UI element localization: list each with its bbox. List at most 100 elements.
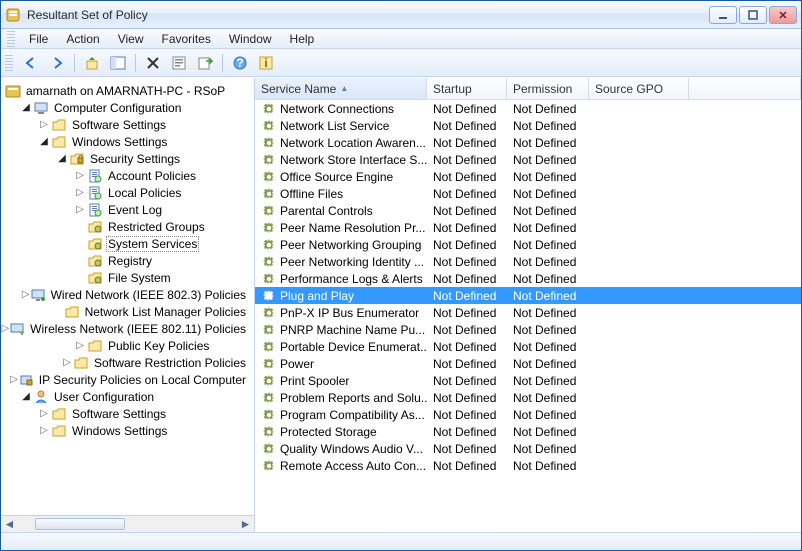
toolbar-gripper[interactable] <box>5 55 13 71</box>
service-row[interactable]: Problem Reports and Solu...Not DefinedNo… <box>255 389 801 406</box>
column-header[interactable]: Permission <box>507 78 589 99</box>
console-tree[interactable]: amarnath on AMARNATH-PC - RSoP◢Computer … <box>1 78 254 515</box>
service-row[interactable]: Network Location Awaren...Not DefinedNot… <box>255 134 801 151</box>
service-row[interactable]: Network ConnectionsNot DefinedNot Define… <box>255 100 801 117</box>
tree-node[interactable]: Network List Manager Policies <box>1 303 254 320</box>
expand-icon[interactable]: ▷ <box>10 374 18 385</box>
tree-node[interactable]: ▷Account Policies <box>1 167 254 184</box>
expand-icon[interactable]: ▷ <box>73 204 87 215</box>
tree-node[interactable]: ▷Windows Settings <box>1 422 254 439</box>
menu-file[interactable]: File <box>21 30 56 48</box>
expand-icon[interactable]: ▷ <box>73 340 87 351</box>
service-row[interactable]: PNRP Machine Name Pu...Not DefinedNot De… <box>255 321 801 338</box>
up-button[interactable] <box>80 52 104 74</box>
column-header[interactable]: Service Name▲ <box>255 78 427 99</box>
delete-button[interactable] <box>141 52 165 74</box>
tree-node[interactable]: ◢User Configuration <box>1 388 254 405</box>
service-row[interactable]: Parental ControlsNot DefinedNot Defined <box>255 202 801 219</box>
service-permission: Not Defined <box>507 323 589 337</box>
close-button[interactable] <box>769 6 797 24</box>
service-row[interactable]: Network List ServiceNot DefinedNot Defin… <box>255 117 801 134</box>
service-row[interactable]: Quality Windows Audio V...Not DefinedNot… <box>255 440 801 457</box>
show-hide-tree-button[interactable] <box>106 52 130 74</box>
service-row[interactable]: Peer Networking GroupingNot DefinedNot D… <box>255 236 801 253</box>
menu-favorites[interactable]: Favorites <box>154 30 219 48</box>
menu-action[interactable]: Action <box>58 30 107 48</box>
back-button[interactable] <box>19 52 43 74</box>
tree-node[interactable]: ▷Public Key Policies <box>1 337 254 354</box>
service-row[interactable]: Portable Device Enumerat...Not DefinedNo… <box>255 338 801 355</box>
collapse-icon[interactable]: ◢ <box>55 153 69 164</box>
tree-node[interactable]: ▷Wireless Network (IEEE 802.11) Policies <box>1 320 254 337</box>
menu-help[interactable]: Help <box>282 30 323 48</box>
service-row[interactable]: Offline FilesNot DefinedNot Defined <box>255 185 801 202</box>
service-row[interactable]: Plug and PlayNot DefinedNot Defined <box>255 287 801 304</box>
service-row[interactable]: Network Store Interface S...Not DefinedN… <box>255 151 801 168</box>
menubar: File Action View Favorites Window Help <box>1 29 801 49</box>
expand-icon[interactable]: ▷ <box>22 289 30 300</box>
expand-icon[interactable]: ▷ <box>61 357 73 368</box>
expand-icon[interactable]: ▷ <box>37 425 51 436</box>
menubar-gripper[interactable] <box>7 31 15 47</box>
tree-node[interactable]: File System <box>1 269 254 286</box>
expand-icon[interactable]: ▷ <box>73 187 87 198</box>
tree-node[interactable]: Restricted Groups <box>1 218 254 235</box>
tree-horizontal-scrollbar[interactable]: ◄ ► <box>1 515 254 532</box>
menu-view[interactable]: View <box>110 30 152 48</box>
service-row[interactable]: Program Compatibility As...Not DefinedNo… <box>255 406 801 423</box>
collapse-icon[interactable]: ◢ <box>37 136 51 147</box>
expand-icon[interactable]: ▷ <box>73 170 87 181</box>
about-button[interactable]: i <box>254 52 278 74</box>
ipsec-icon <box>18 372 34 388</box>
scroll-thumb[interactable] <box>35 518 125 530</box>
service-permission: Not Defined <box>507 153 589 167</box>
list-body[interactable]: Network ConnectionsNot DefinedNot Define… <box>255 100 801 532</box>
export-button[interactable] <box>193 52 217 74</box>
collapse-icon[interactable]: ◢ <box>19 391 33 402</box>
service-row[interactable]: Print SpoolerNot DefinedNot Defined <box>255 372 801 389</box>
column-header[interactable]: Startup <box>427 78 507 99</box>
service-row[interactable]: PnP-X IP Bus EnumeratorNot DefinedNot De… <box>255 304 801 321</box>
tree-node[interactable]: ▷Local Policies <box>1 184 254 201</box>
minimize-button[interactable] <box>709 6 737 24</box>
tree-root[interactable]: amarnath on AMARNATH-PC - RSoP <box>1 82 254 99</box>
properties-button[interactable] <box>167 52 191 74</box>
tree-node[interactable]: ▷Event Log <box>1 201 254 218</box>
tree-node[interactable]: ◢Security Settings <box>1 150 254 167</box>
service-row[interactable]: Office Source EngineNot DefinedNot Defin… <box>255 168 801 185</box>
tree-node[interactable]: ◢Computer Configuration <box>1 99 254 116</box>
scroll-right-button[interactable]: ► <box>237 517 254 532</box>
tree-node[interactable]: System Services <box>1 235 254 252</box>
menu-window[interactable]: Window <box>221 30 280 48</box>
service-name: Peer Networking Identity ... <box>280 255 424 269</box>
tree-node[interactable]: Registry <box>1 252 254 269</box>
tree-node[interactable]: ▷IP Security Policies on Local Computer <box>1 371 254 388</box>
help-button[interactable]: ? <box>228 52 252 74</box>
tree-node[interactable]: ▷Software Restriction Policies <box>1 354 254 371</box>
service-row[interactable]: Peer Name Resolution Pr...Not DefinedNot… <box>255 219 801 236</box>
maximize-button[interactable] <box>739 6 767 24</box>
column-header[interactable]: Source GPO <box>589 78 689 99</box>
service-row[interactable]: Peer Networking Identity ...Not DefinedN… <box>255 253 801 270</box>
tree-node[interactable]: ▷Software Settings <box>1 116 254 133</box>
service-row[interactable]: PowerNot DefinedNot Defined <box>255 355 801 372</box>
tree-node[interactable]: ▷Wired Network (IEEE 802.3) Policies <box>1 286 254 303</box>
scroll-left-button[interactable]: ◄ <box>1 517 18 532</box>
collapse-icon[interactable]: ◢ <box>19 102 33 113</box>
service-icon <box>261 186 277 202</box>
service-icon <box>261 441 277 457</box>
tree-node[interactable]: ◢ Windows Settings <box>1 133 254 150</box>
forward-button[interactable] <box>45 52 69 74</box>
service-row[interactable]: Remote Access Auto Con...Not DefinedNot … <box>255 457 801 474</box>
service-permission: Not Defined <box>507 272 589 286</box>
expand-icon[interactable]: ▷ <box>37 408 51 419</box>
service-row[interactable]: Performance Logs & AlertsNot DefinedNot … <box>255 270 801 287</box>
expand-icon[interactable]: ▷ <box>1 323 9 334</box>
service-startup: Not Defined <box>427 306 507 320</box>
tree-node[interactable]: ▷Software Settings <box>1 405 254 422</box>
titlebar[interactable]: Resultant Set of Policy <box>1 1 801 29</box>
service-row[interactable]: Protected StorageNot DefinedNot Defined <box>255 423 801 440</box>
tree-node-label: Windows Settings <box>70 135 169 149</box>
expand-icon[interactable]: ▷ <box>37 119 51 130</box>
service-icon <box>261 203 277 219</box>
